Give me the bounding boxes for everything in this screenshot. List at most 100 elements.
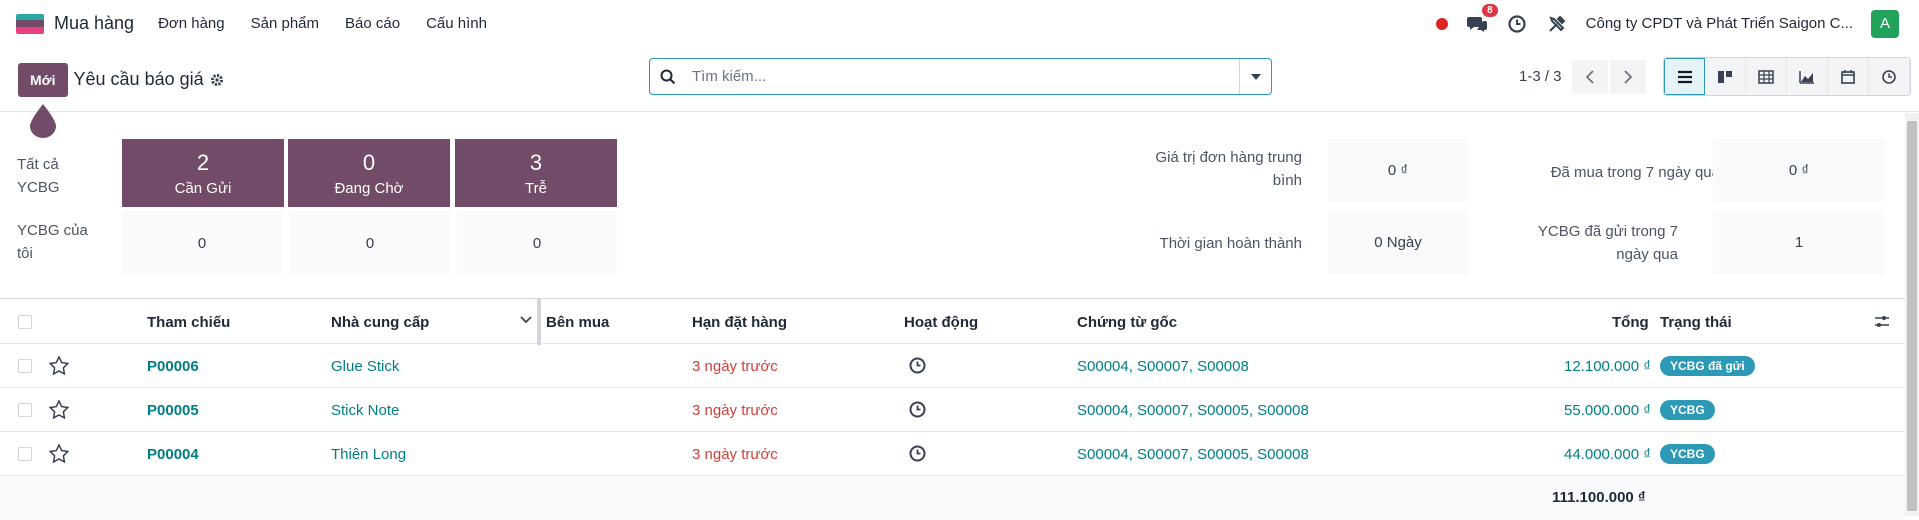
total-cell: 12.100.000 ₫ [1564,357,1651,375]
messages-button[interactable]: 8 [1466,3,1498,35]
table-header-row: Tham chiếu Nhà cung cấp Bên mua Hạn đặt … [0,298,1905,345]
app-name[interactable]: Mua hàng [54,13,134,34]
search-input[interactable] [686,59,1239,94]
tile-to-send[interactable]: 2 Cần Gửi [122,139,284,207]
row-label-my-rfq: YCBG của tôi [17,222,88,262]
chevron-left-icon [1585,69,1594,84]
vendor-cell[interactable]: Thiên Long [331,446,406,463]
vertical-scrollbar[interactable] [1905,113,1919,516]
row-checkbox[interactable] [18,447,32,461]
column-header-activity[interactable]: Hoạt động [904,314,978,331]
stat-value-avg-order: 0 ₫ [1328,139,1468,201]
activities-button[interactable] [1506,13,1528,35]
tile-my-waiting[interactable]: 0 [290,211,450,275]
chat-icon [1466,16,1487,32]
stat-label-bought-7d: Đã mua trong 7 ngày qua [1550,164,1720,181]
source-cell: S00004, S00007, S00008 [1077,357,1249,375]
column-header-deadline[interactable]: Hạn đặt hàng [692,314,787,331]
total-cell: 55.000.000 ₫ [1564,401,1651,419]
search-options-toggle[interactable] [1239,59,1271,94]
activity-view-button[interactable] [1869,58,1910,95]
purchase-app-icon[interactable] [16,13,44,34]
tile-my-to-send[interactable]: 0 [122,211,282,275]
kanban-view-button[interactable] [1705,58,1746,95]
scrollbar-thumb[interactable] [1907,121,1917,511]
tile-my-late[interactable]: 0 [457,211,617,275]
top-navbar: Mua hàng Đơn hàng Sản phẩm Báo cáo Cấu h… [0,0,1919,48]
search-icon [660,69,676,84]
recording-indicator-icon[interactable] [1435,17,1448,30]
status-badge: YCBG đã gửi [1660,356,1755,376]
row-checkbox[interactable] [18,359,32,373]
column-header-reference[interactable]: Tham chiếu [147,314,230,331]
row-label-all-rfq: Tất cả YCBG [17,156,60,196]
star-icon[interactable] [49,400,69,419]
reference-cell[interactable]: P00005 [147,402,199,419]
status-badge: YCBG [1660,444,1715,464]
clock-icon [1508,14,1526,33]
clock-icon[interactable] [909,357,926,374]
table-row[interactable]: P00004 Thiên Long 3 ngày trước S00004, S… [0,432,1905,476]
column-header-source[interactable]: Chứng từ gốc [1077,314,1177,331]
gear-icon[interactable] [210,73,224,87]
menu-orders[interactable]: Đơn hàng [158,15,225,32]
search-bar[interactable] [649,58,1272,95]
tile-late[interactable]: 3 Trễ [455,139,617,207]
tile-waiting[interactable]: 0 Đang Chờ [288,139,450,207]
new-button[interactable]: Mới [18,62,68,97]
status-badge: YCBG [1660,400,1715,420]
kanban-icon [1718,70,1732,83]
row-checkbox[interactable] [18,403,32,417]
table-icon [1758,69,1774,84]
pager-value[interactable]: 1-3 / 3 [1519,68,1562,85]
table-row[interactable]: P00006 Glue Stick 3 ngày trước S00004, S… [0,344,1905,388]
deadline-cell: 3 ngày trước [692,445,778,463]
optional-columns-icon[interactable] [1874,315,1890,329]
calendar-icon [1841,69,1855,84]
graph-view-button[interactable] [1787,58,1828,95]
clock-icon[interactable] [909,445,926,462]
vendor-cell[interactable]: Stick Note [331,402,399,419]
tile-value: 2 [196,149,210,175]
vendor-cell[interactable]: Glue Stick [331,358,399,375]
deadline-cell: 3 ngày trước [692,357,778,375]
pager-previous-button[interactable] [1571,59,1608,94]
stat-label-lead-time: Thời gian hoàn thành [1159,235,1302,252]
source-cell: S00004, S00007, S00005, S00008 [1077,445,1309,463]
chevron-down-icon[interactable] [520,316,532,324]
column-header-buyer[interactable]: Bên mua [546,314,609,331]
tile-value: 3 [529,149,543,175]
caret-down-icon [1250,73,1261,80]
column-resize-handle[interactable] [537,299,541,345]
tools-icon [1548,15,1566,32]
user-avatar[interactable]: A [1871,9,1899,38]
deadline-cell: 3 ngày trước [692,401,778,419]
company-switcher[interactable]: Công ty CPDT và Phát Triển Saigon C... [1586,15,1853,32]
star-icon[interactable] [49,356,69,375]
table-row[interactable]: P00005 Stick Note 3 ngày trước S00004, S… [0,388,1905,432]
view-switcher [1663,57,1911,96]
menu-reporting[interactable]: Báo cáo [345,15,400,32]
column-header-vendor[interactable]: Nhà cung cấp [331,314,429,331]
reference-cell[interactable]: P00004 [147,446,199,463]
star-icon[interactable] [49,444,69,463]
clock-icon[interactable] [909,401,926,418]
column-header-total[interactable]: Tổng [1612,314,1649,331]
menu-configuration[interactable]: Cấu hình [426,15,487,32]
pager-next-button[interactable] [1609,59,1646,94]
list-view-button[interactable] [1664,58,1705,95]
pivot-view-button[interactable] [1746,58,1787,95]
grand-total: 111.100.000 ₫ [1552,489,1646,506]
calendar-view-button[interactable] [1828,58,1869,95]
messages-badge: 8 [1482,3,1498,17]
menu-products[interactable]: Sản phẩm [251,15,319,32]
debug-tools-button[interactable] [1546,13,1568,35]
tile-label: Cần Gửi [174,179,232,197]
select-all-checkbox[interactable] [18,315,32,329]
source-cell: S00004, S00007, S00005, S00008 [1077,401,1309,419]
reference-cell[interactable]: P00006 [147,358,199,375]
tile-label: Trễ [525,179,547,197]
stat-value-bought-7d: 0 ₫ [1713,139,1885,201]
column-header-status[interactable]: Trạng thái [1660,314,1732,331]
purchase-dashboard: Tất cả YCBG YCBG của tôi 2 Cần Gửi 0 Đan… [0,113,1900,298]
